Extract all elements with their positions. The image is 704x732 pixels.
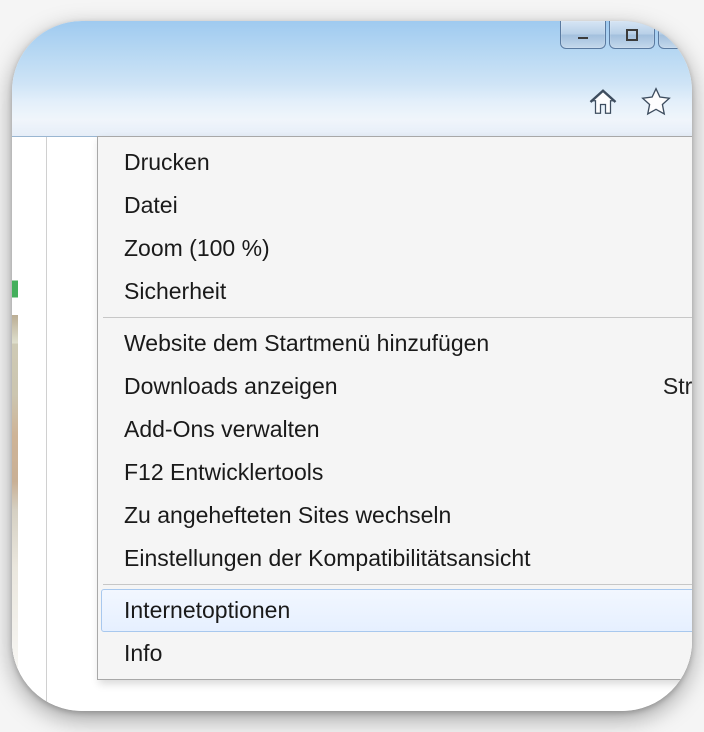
- close-icon: [668, 28, 682, 42]
- menu-item-label: Zoom (100 %): [124, 235, 270, 262]
- menu-item-zoom[interactable]: Zoom (100 %): [101, 227, 692, 270]
- left-strip-accent: [12, 137, 18, 711]
- menu-item-label: Zu angehefteten Sites wechseln: [124, 502, 451, 529]
- menu-item-label: Downloads anzeigen: [124, 373, 338, 400]
- menu-item-label: Drucken: [124, 149, 210, 176]
- menu-item-internet-options[interactable]: Internetoptionen: [101, 589, 692, 632]
- titlebar: [12, 21, 692, 137]
- menu-item-label: Datei: [124, 192, 178, 219]
- menu-item-label: Einstellungen der Kompatibilitätsansicht: [124, 545, 531, 572]
- minimize-icon: [576, 28, 590, 42]
- menu-item-print[interactable]: Drucken: [101, 141, 692, 184]
- star-icon: [640, 86, 672, 118]
- maximize-icon: [625, 28, 639, 42]
- caption-buttons: [560, 21, 692, 49]
- minimize-button[interactable]: [560, 21, 606, 49]
- menu-item-devtools[interactable]: F12 Entwicklertools: [101, 451, 692, 494]
- tools-menu: Drucken Datei Zoom (100 %) Sicherheit: [97, 136, 692, 680]
- menu-item-about[interactable]: Info: [101, 632, 692, 675]
- menu-item-label: Website dem Startmenü hinzufügen: [124, 330, 489, 357]
- menu-item-add-to-start[interactable]: Website dem Startmenü hinzufügen: [101, 322, 692, 365]
- menu-item-downloads[interactable]: Downloads anzeigen Strg+J: [101, 365, 692, 408]
- left-strip: [12, 137, 47, 711]
- menu-item-security[interactable]: Sicherheit: [101, 270, 692, 313]
- menu-item-label: F12 Entwicklertools: [124, 459, 323, 486]
- menu-item-compat-view[interactable]: Einstellungen der Kompatibilitätsansicht: [101, 537, 692, 580]
- menu-item-label: Add-Ons verwalten: [124, 416, 320, 443]
- window: Drucken Datei Zoom (100 %) Sicherheit: [12, 21, 692, 711]
- menu-item-pinned-sites[interactable]: Zu angehefteten Sites wechseln: [101, 494, 692, 537]
- menu-item-label: Info: [124, 640, 162, 667]
- maximize-button[interactable]: [609, 21, 655, 49]
- menu-item-shortcut: Strg+J: [663, 373, 692, 400]
- toolbar-icons: [588, 86, 672, 118]
- home-button[interactable]: [588, 87, 618, 117]
- favorites-button[interactable]: [640, 86, 672, 118]
- close-button[interactable]: [658, 21, 692, 49]
- menu-item-label: Sicherheit: [124, 278, 226, 305]
- menu-item-label: Internetoptionen: [124, 597, 290, 624]
- menu-item-addons[interactable]: Add-Ons verwalten: [101, 408, 692, 451]
- home-icon: [588, 87, 618, 117]
- content-area: Drucken Datei Zoom (100 %) Sicherheit: [12, 137, 692, 711]
- menu-item-file[interactable]: Datei: [101, 184, 692, 227]
- page-area: Drucken Datei Zoom (100 %) Sicherheit: [47, 137, 692, 711]
- menu-separator: [103, 317, 692, 318]
- menu-separator: [103, 584, 692, 585]
